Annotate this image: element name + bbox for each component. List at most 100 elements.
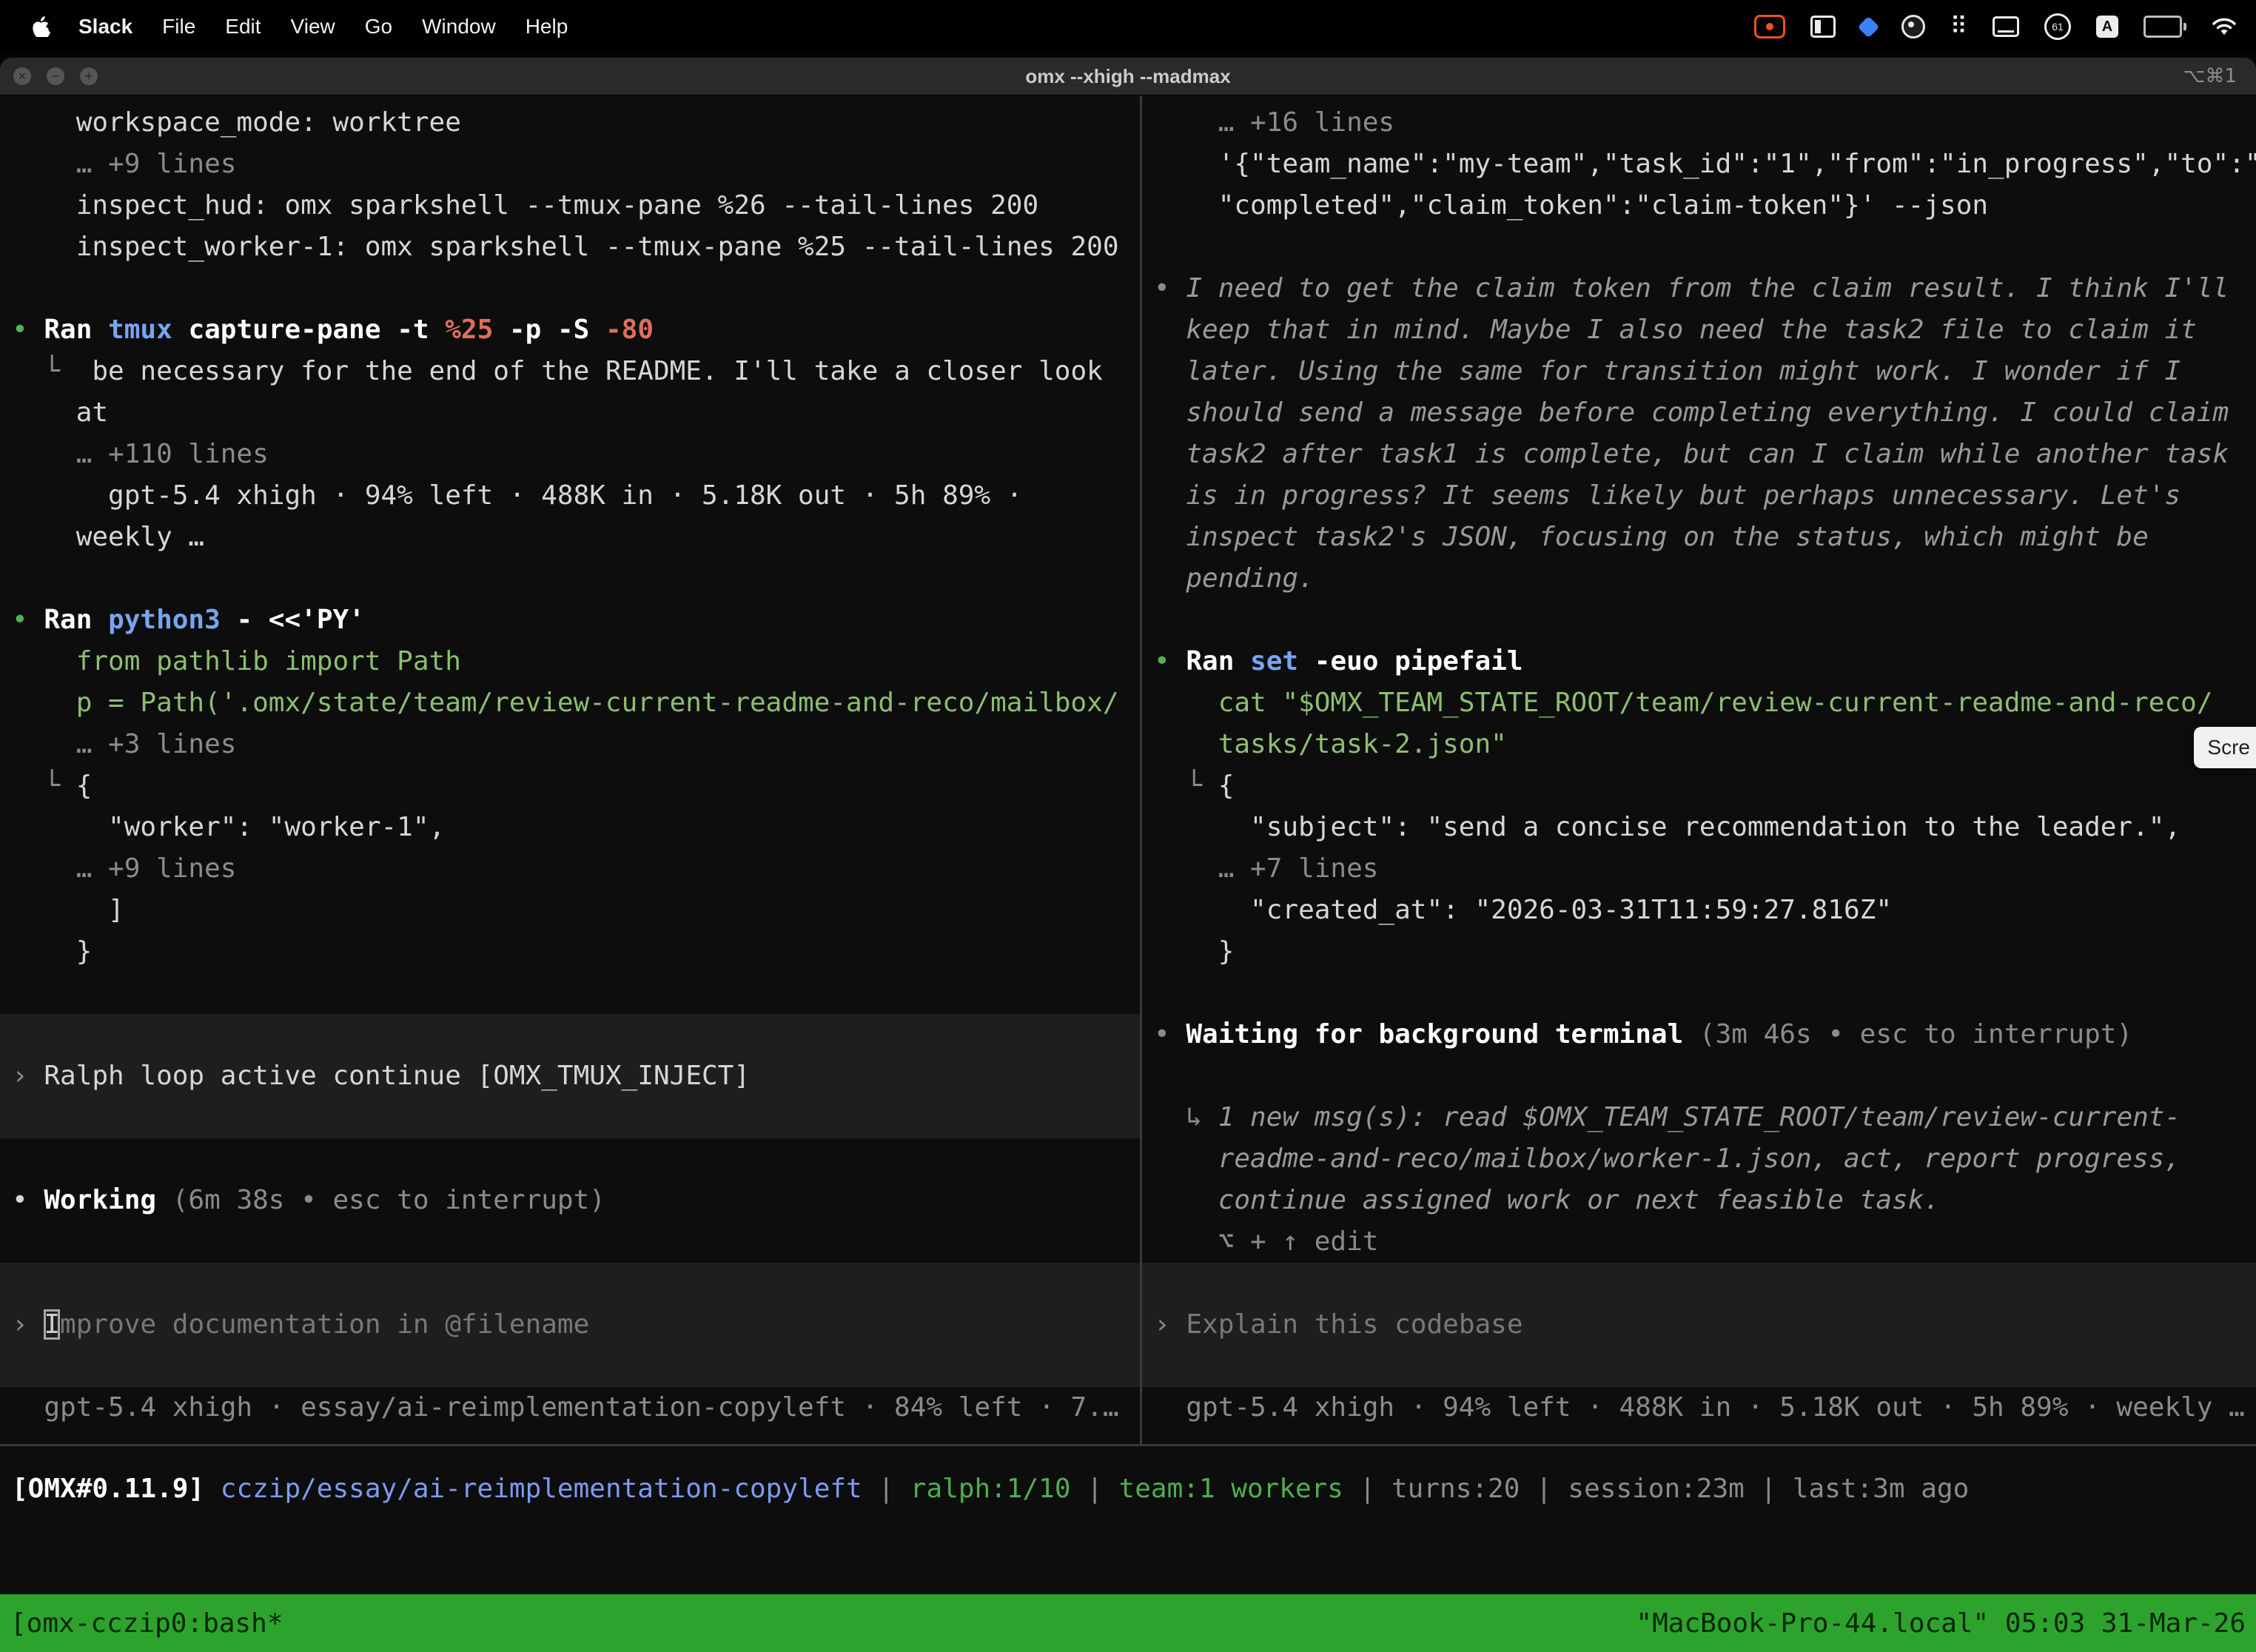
tmux-session-window-label: [omx-cczip0:bash* [10,1608,283,1639]
terminal-line: "completed","claim_token":"claim-token"}… [1142,185,2256,226]
waiting-status-line: • Waiting for background terminal (3m 46… [1142,1014,2256,1055]
close-button[interactable] [13,67,31,85]
traffic-lights [13,67,98,85]
terminal-line: keep that in mind. Maybe I also need the… [1142,309,2256,351]
keyboard-icon[interactable] [1993,16,2019,37]
window-title: omx --xhigh --madmax [0,65,2256,88]
terminal-line: … +3 lines [0,724,1140,765]
thinking-line: • I need to get the claim token from the… [1142,268,2256,309]
tmux-host-clock-label: "MacBook-Pro-44.local" 05:03 31-Mar-26 [1636,1608,2246,1639]
menu-view[interactable]: View [276,15,350,38]
screen-recording-indicator-icon[interactable] [1754,15,1785,38]
dots-grid-icon[interactable] [1950,14,1967,39]
terminal-line: … +110 lines [0,434,1140,475]
terminal-line [1142,1263,2256,1304]
terminal-line: inspect_worker-1: omx sparkshell --tmux-… [0,226,1140,268]
menu-window[interactable]: Window [407,15,511,38]
ran-python3-line: • Ran python3 - <<'PY' [0,600,1140,641]
screen-tooltip-label: Scre [2207,736,2250,759]
desktop: Slack File Edit View Go Window Help 61 A [0,0,2256,1652]
terminal-line [0,1263,1140,1304]
ran-set-pipefail-line: • Ran set -euo pipefail [1142,641,2256,682]
menu-go[interactable]: Go [350,15,407,38]
terminal-line: inspect_hud: omx sparkshell --tmux-pane … [0,185,1140,226]
ran-tmux-capture-pane-line: • Ran tmux capture-pane -t %25 -p -S -80 [0,309,1140,351]
terminal-line: weekly … [0,517,1140,558]
input-source-icon[interactable]: A [2096,16,2118,38]
terminal-line: workspace_mode: worktree [0,102,1140,144]
terminal-pane-right[interactable]: … +16 lines '{"team_name":"my-team","tas… [1140,95,2256,1444]
pane-bottom-border [0,1444,2256,1446]
menu-edit[interactable]: Edit [210,15,275,38]
battery-icon[interactable] [2143,16,2186,38]
window-titlebar[interactable]: omx --xhigh --madmax ⌥⌘1 [0,58,2256,95]
terminal-line: gpt-5.4 xhigh · 94% left · 488K in · 5.1… [0,475,1140,517]
macos-menu-bar: Slack File Edit View Go Window Help 61 A [0,0,2256,53]
composer-input-line[interactable]: › Explain this codebase [1142,1304,2256,1346]
battery-nub [2183,23,2186,30]
terminal-line: readme-and-reco/mailbox/worker-1.json, a… [1142,1138,2256,1180]
terminal-line [1142,973,2256,1014]
terminal-line: later. Using the same for transition mig… [1142,351,2256,392]
queued-message-line: › Ralph loop active continue [OMX_TMUX_I… [0,1055,1140,1097]
menu-bar-left: Slack File Edit View Go Window Help [19,15,583,38]
terminal-line: pending. [1142,558,2256,600]
composer-input-line[interactable]: › Improve documentation in @filename [0,1304,1140,1346]
wifi-icon[interactable] [2212,17,2237,36]
screenshot-app-icon[interactable] [1901,15,1925,38]
terminal-line [1142,1346,2256,1387]
window-manager-icon[interactable] [1810,16,1836,38]
terminal-line: … +9 lines [0,848,1140,890]
terminal-line [0,1014,1140,1055]
terminal-line: "created_at": "2026-03-31T11:59:27.816Z" [1142,890,2256,931]
terminal-line: tasks/task-2.json" [1142,724,2256,765]
terminal-line: … +16 lines [1142,102,2256,144]
terminal-line [0,558,1140,600]
tmux-status-bar: [omx-cczip0:bash* "MacBook-Pro-44.local"… [0,1594,2256,1652]
battery-body [2143,16,2182,38]
terminal-line: └ { [0,765,1140,807]
terminal-line [1142,226,2256,268]
terminal-line: '{"team_name":"my-team","task_id":"1","f… [1142,144,2256,185]
zoom-button[interactable] [80,67,98,85]
terminal-line: └ { [1142,765,2256,807]
terminal-line: cat "$OMX_TEAM_STATE_ROOT/team/review-cu… [1142,682,2256,724]
terminal-line: ] [0,890,1140,931]
terminal-window: omx --xhigh --madmax ⌥⌘1 workspace_mode:… [0,58,2256,1652]
terminal-pane-left[interactable]: workspace_mode: worktree … +9 lines insp… [0,95,1140,1444]
terminal-line: "subject": "send a concise recommendatio… [1142,807,2256,848]
terminal-line: … +7 lines [1142,848,2256,890]
menu-bar-status-items: 61 A [1754,13,2237,40]
active-app-name[interactable]: Slack [64,15,147,38]
terminal-line: p = Path('.omx/state/team/review-current… [0,682,1140,724]
menu-file[interactable]: File [147,15,210,38]
terminal-line: } [0,931,1140,973]
tmux-panes: workspace_mode: worktree … +9 lines insp… [0,95,2256,1444]
terminal-line [0,1221,1140,1263]
terminal-line: } [1142,931,2256,973]
blue-app-icon[interactable] [1857,16,1879,38]
screen-tooltip[interactable]: Scre [2194,727,2256,768]
terminal-line: task2 after task1 is complete, but can I… [1142,434,2256,475]
terminal-line: "worker": "worker-1", [0,807,1140,848]
terminal-line: is in progress? It seems likely but perh… [1142,475,2256,517]
new-message-line: ↳ 1 new msg(s): read $OMX_TEAM_STATE_ROO… [1142,1097,2256,1138]
terminal-line: from pathlib import Path [0,641,1140,682]
gauge-icon[interactable]: 61 [2044,13,2071,40]
terminal-line: ⌥ + ↑ edit [1142,1221,2256,1263]
terminal-line [0,1346,1140,1387]
menu-help[interactable]: Help [511,15,583,38]
minimize-button[interactable] [47,67,64,85]
model-status-line: gpt-5.4 xhigh · 94% left · 488K in · 5.1… [1142,1387,2256,1428]
apple-menu[interactable] [19,16,64,37]
terminal-line: … +9 lines [0,144,1140,185]
apple-logo-icon [33,16,50,37]
model-status-line: gpt-5.4 xhigh · essay/ai-reimplementatio… [0,1387,1140,1428]
terminal-line [1142,600,2256,641]
terminal-line: inspect task2's JSON, focusing on the st… [1142,517,2256,558]
omx-status-container: [OMX#0.11.9] cczip/essay/ai-reimplementa… [0,1468,2256,1510]
terminal-line [0,268,1140,309]
omx-session-status-line: [OMX#0.11.9] cczip/essay/ai-reimplementa… [0,1468,2256,1510]
terminal-line [0,1097,1140,1138]
terminal-line [1142,1055,2256,1097]
